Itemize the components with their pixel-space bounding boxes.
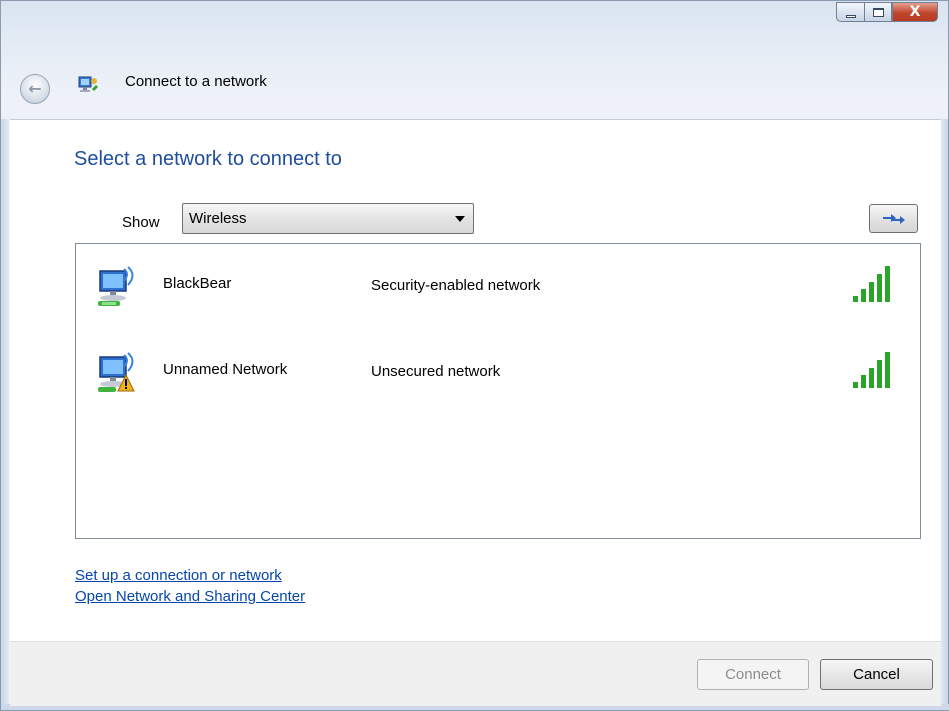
minimize-button[interactable] [836, 2, 864, 22]
signal-strength-icon [853, 352, 890, 388]
close-button[interactable]: X [892, 2, 938, 22]
page-heading: Select a network to connect to [74, 148, 342, 170]
signal-strength-icon [853, 266, 890, 302]
chevron-down-icon [455, 216, 465, 222]
window-frame-right [940, 119, 948, 709]
cancel-button[interactable]: Cancel [820, 659, 933, 690]
minimize-icon [845, 14, 856, 18]
network-sharing-center-link[interactable]: Open Network and Sharing Center [75, 588, 305, 605]
wireless-network-unsecured-icon [98, 352, 135, 392]
network-name: BlackBear [163, 275, 232, 292]
window-title: Connect to a network [125, 73, 267, 90]
setup-connection-link[interactable]: Set up a connection or network [75, 567, 282, 584]
back-arrow-icon: ← [28, 79, 42, 98]
network-security: Security-enabled network [371, 277, 541, 294]
window-frame-left [1, 119, 9, 709]
content-panel: Select a network to connect to Show Wire… [10, 119, 941, 642]
network-name: Unnamed Network [163, 361, 288, 378]
refresh-button[interactable] [869, 204, 918, 233]
show-dropdown[interactable]: Wireless [182, 203, 474, 234]
network-connect-icon [78, 76, 98, 92]
connect-to-network-window: X ← Connect to a network Select a networ… [0, 0, 949, 711]
back-button[interactable]: ← [20, 74, 50, 104]
close-icon: X [909, 4, 921, 20]
caption-buttons: X [836, 2, 938, 22]
maximize-button[interactable] [864, 2, 892, 22]
dialog-footer: Connect Cancel [10, 641, 941, 706]
wireless-network-secure-icon [98, 266, 134, 306]
connect-button[interactable]: Connect [697, 659, 809, 690]
network-security: Unsecured network [371, 363, 501, 380]
refresh-icon [882, 213, 905, 224]
network-row-blackbear[interactable]: BlackBear Security-enabled network [76, 258, 920, 318]
show-label: Show [122, 214, 160, 231]
network-row-unnamed[interactable]: Unnamed Network Unsecured network [76, 344, 920, 404]
maximize-icon [872, 7, 884, 17]
network-list: BlackBear Security-enabled network Unnam… [75, 243, 921, 539]
show-dropdown-value: Wireless [189, 210, 247, 227]
